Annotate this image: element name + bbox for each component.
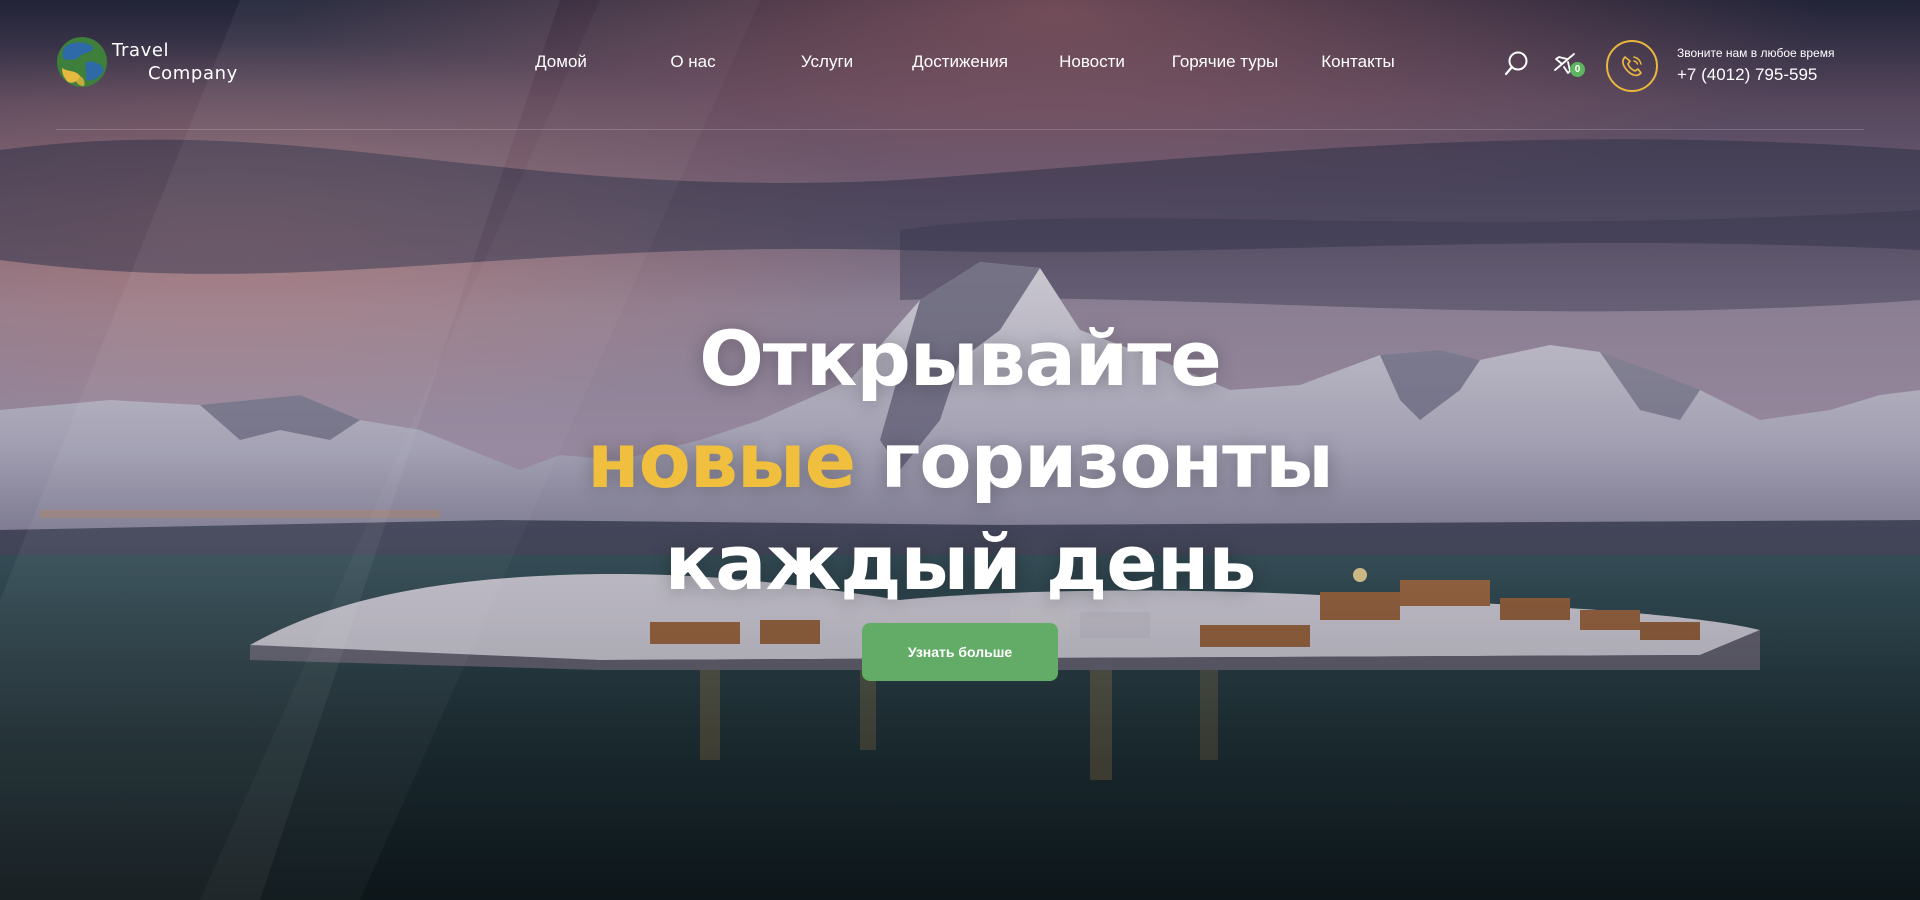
hero-headline-line1: Открывайте: [699, 314, 1222, 403]
hero-headline-accent: новые: [587, 416, 856, 505]
header-divider: [56, 129, 1864, 130]
call-button[interactable]: [1606, 40, 1658, 92]
hero-headline-line3: каждый день: [664, 518, 1257, 607]
nav-item-services[interactable]: Услуги: [801, 52, 853, 72]
booked-flights-button[interactable]: 0: [1552, 50, 1586, 80]
search-icon: [1504, 51, 1528, 76]
nav-item-contacts[interactable]: Контакты: [1321, 52, 1394, 72]
nav-item-about[interactable]: О нас: [670, 52, 715, 72]
nav-item-hot-tours[interactable]: Горячие туры: [1172, 52, 1278, 72]
hero-headline-line2: горизонты: [880, 416, 1334, 505]
phone-icon: [1622, 56, 1642, 77]
site-header: Travel Company Домой О нас Услуги Достиж…: [0, 0, 1920, 130]
hero-section: Travel Company Домой О нас Услуги Достиж…: [0, 0, 1920, 900]
phone-caption: Звоните нам в любое время: [1677, 46, 1835, 60]
nav-item-achievements[interactable]: Достижения: [912, 52, 1008, 72]
phone-number-link[interactable]: +7 (4012) 795-595: [1677, 65, 1817, 85]
search-button[interactable]: [1504, 50, 1530, 76]
learn-more-button[interactable]: Узнать больше: [862, 623, 1058, 681]
nav-item-news[interactable]: Новости: [1059, 52, 1125, 72]
hero-headline: Открывайте новые горизонты каждый день: [460, 308, 1460, 614]
flights-count-badge: 0: [1570, 62, 1585, 77]
nav-item-home[interactable]: Домой: [535, 52, 587, 72]
